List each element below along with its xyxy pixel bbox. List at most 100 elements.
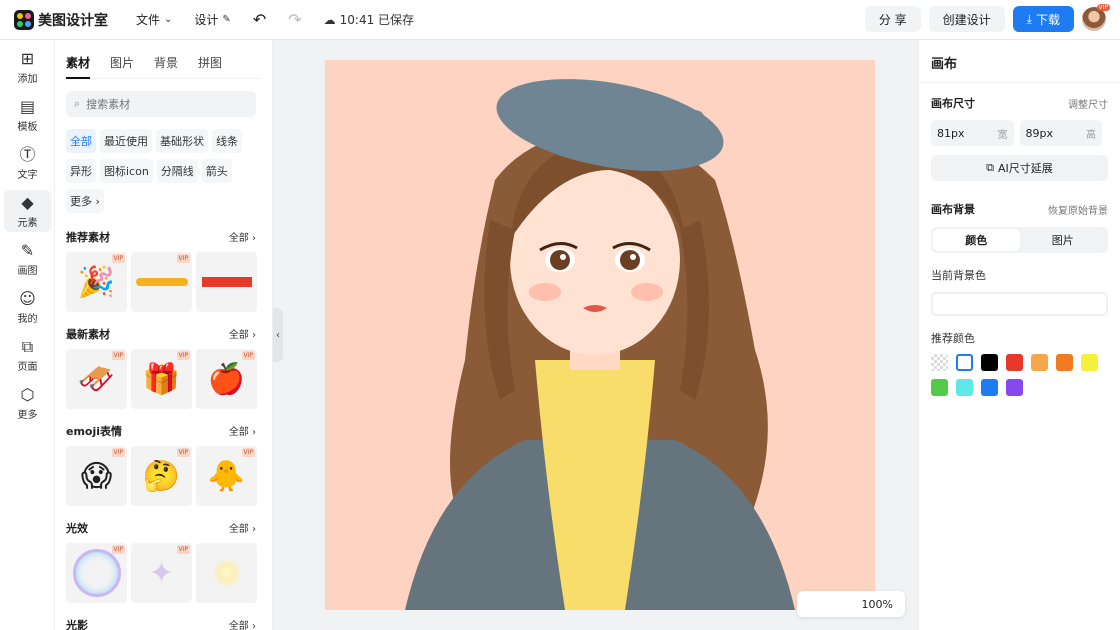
see-all-link[interactable]: 全部 › [229,617,256,630]
material-thumb[interactable]: VIP [66,543,127,603]
ai-size-extend-button[interactable]: ⧉ AI尺寸延展 [931,155,1108,181]
width-field[interactable]: 81px 宽 [931,120,1014,146]
avatar[interactable]: VIP [1082,4,1110,31]
vip-badge: VIP [176,545,190,554]
rail-label: 页面 [17,361,38,373]
material-thumb[interactable] [196,543,257,603]
app-logo[interactable]: 美图设计室 [14,9,108,30]
see-all-link[interactable]: 全部 › [229,229,256,245]
color-swatch[interactable] [956,354,973,371]
cube-icon: ⬡ [20,384,35,404]
bg-type-image[interactable]: 图片 [1020,229,1107,251]
rail-item-elements[interactable]: ◆ 元素 [4,190,51,232]
chip-all[interactable]: 全部 [66,129,96,153]
color-swatch[interactable] [1056,354,1073,371]
width-unit: 宽 [997,129,1008,141]
current-bg-color-field[interactable] [931,292,1108,316]
rail-item-mine[interactable]: ☺ 我的 [4,286,51,328]
chip-irregular[interactable]: 异形 [66,159,96,183]
tab-materials[interactable]: 素材 [66,54,91,79]
rail-item-text[interactable]: Ⓣ 文字 [4,142,51,184]
plus-square-icon: ⊞ [20,48,35,68]
section-title: emoji表情 [66,425,123,438]
gift-icon: 🎁 [142,361,181,397]
recommended-colors-label: 推荐颜色 [931,332,975,345]
material-thumb[interactable]: 🍎 VIP [196,349,257,409]
color-swatch[interactable] [931,379,948,396]
design-canvas[interactable] [325,60,875,610]
see-all-link[interactable]: 全部 › [229,423,256,439]
material-thumb[interactable]: VIP [131,252,192,312]
material-thumb[interactable] [196,252,257,312]
girl-illustration [405,79,795,610]
material-thumb[interactable]: 🐥 VIP [196,446,257,506]
chip-icons[interactable]: 图标icon [100,159,153,183]
color-swatches [931,354,1111,404]
create-design-button[interactable]: 创建设计 [928,6,1005,32]
chip-recent[interactable]: 最近使用 [100,129,152,153]
chip-dividers[interactable]: 分隔线 [156,159,198,183]
redo-icon[interactable]: ↷ [288,10,301,29]
bg-type-toggle: 颜色 图片 [931,227,1108,253]
category-chips: 全部 最近使用 基础形状 线条 异形 图标icon 分隔线 箭头 更多 › [66,129,262,219]
see-all-link[interactable]: 全部 › [229,326,256,342]
color-swatch[interactable] [1081,354,1098,371]
search-icon: ⌕ [74,97,81,110]
restore-bg-link[interactable]: 恢复原始背景 [1048,202,1108,217]
chip-basic-shapes[interactable]: 基础形状 [156,129,208,153]
design-menu[interactable]: 设计 ✎ [194,11,230,28]
share-button[interactable]: 分 享 [864,6,921,32]
bubble-shape [72,549,121,597]
brush-stroke-shape [135,278,188,286]
material-thumb[interactable]: 🛷 VIP [66,349,127,409]
file-menu-label: 文件 [136,13,161,27]
search-input[interactable] [86,97,237,111]
color-swatch[interactable] [956,379,973,396]
vip-badge: VIP [111,448,125,457]
vip-badge: VIP [176,448,190,457]
vip-badge: VIP [241,448,255,457]
vip-badge: VIP [111,351,125,360]
app-name: 美图设计室 [38,12,108,29]
collapse-panel-handle[interactable]: ‹ [273,308,283,362]
chip-arrows[interactable]: 箭头 [201,159,232,183]
tab-images[interactable]: 图片 [110,54,134,79]
chevron-down-icon: ⌄ [164,14,173,25]
color-swatch[interactable] [1006,354,1023,371]
adjust-size-link[interactable]: 调整尺寸 [1068,96,1108,111]
color-swatch[interactable] [981,379,998,396]
rail-item-template[interactable]: ▤ 模板 [4,94,51,136]
sleigh-icon: 🛷 [77,361,116,397]
bg-type-color[interactable]: 颜色 [933,229,1020,251]
chip-lines[interactable]: 线条 [212,129,242,153]
color-swatch[interactable] [1006,379,1023,396]
rail-item-page[interactable]: ⧉ 页面 [4,334,51,376]
edit-icon: ✎ [222,14,231,25]
file-menu[interactable]: 文件 ⌄ [136,11,172,28]
zoom-level[interactable]: 100% [797,591,905,617]
tab-collage[interactable]: 拼图 [198,54,222,79]
chip-more-label: 更多 [70,195,92,208]
avatar-vip-badge: VIP [1096,4,1110,11]
material-thumb[interactable]: ✦ VIP [131,543,192,603]
section-title: 推荐素材 [66,231,110,244]
vip-badge: VIP [176,351,190,360]
tab-backgrounds[interactable]: 背景 [154,54,178,79]
color-swatch[interactable] [1031,354,1048,371]
rail-item-draw[interactable]: ✎ 画图 [4,238,51,280]
search-box[interactable]: ⌕ [66,91,256,117]
see-all-link[interactable]: 全部 › [229,520,256,536]
undo-icon[interactable]: ↶ [253,10,266,29]
download-button[interactable]: ⤓ 下载 [1012,6,1074,32]
color-swatch[interactable] [931,354,948,371]
rail-item-more[interactable]: ⬡ 更多 [4,382,51,424]
material-thumb[interactable]: 🎁 VIP [131,349,192,409]
rail-item-add[interactable]: ⊞ 添加 [4,46,51,88]
color-swatch[interactable] [981,354,998,371]
chip-more[interactable]: 更多 › [66,189,104,213]
material-thumb[interactable]: 😱 VIP [66,446,127,506]
material-thumb[interactable]: 🎉 VIP [66,252,127,312]
height-field[interactable]: 89px 高 [1019,120,1102,146]
download-icon: ⤓ [1026,11,1032,26]
material-thumb[interactable]: 🤔 VIP [131,446,192,506]
